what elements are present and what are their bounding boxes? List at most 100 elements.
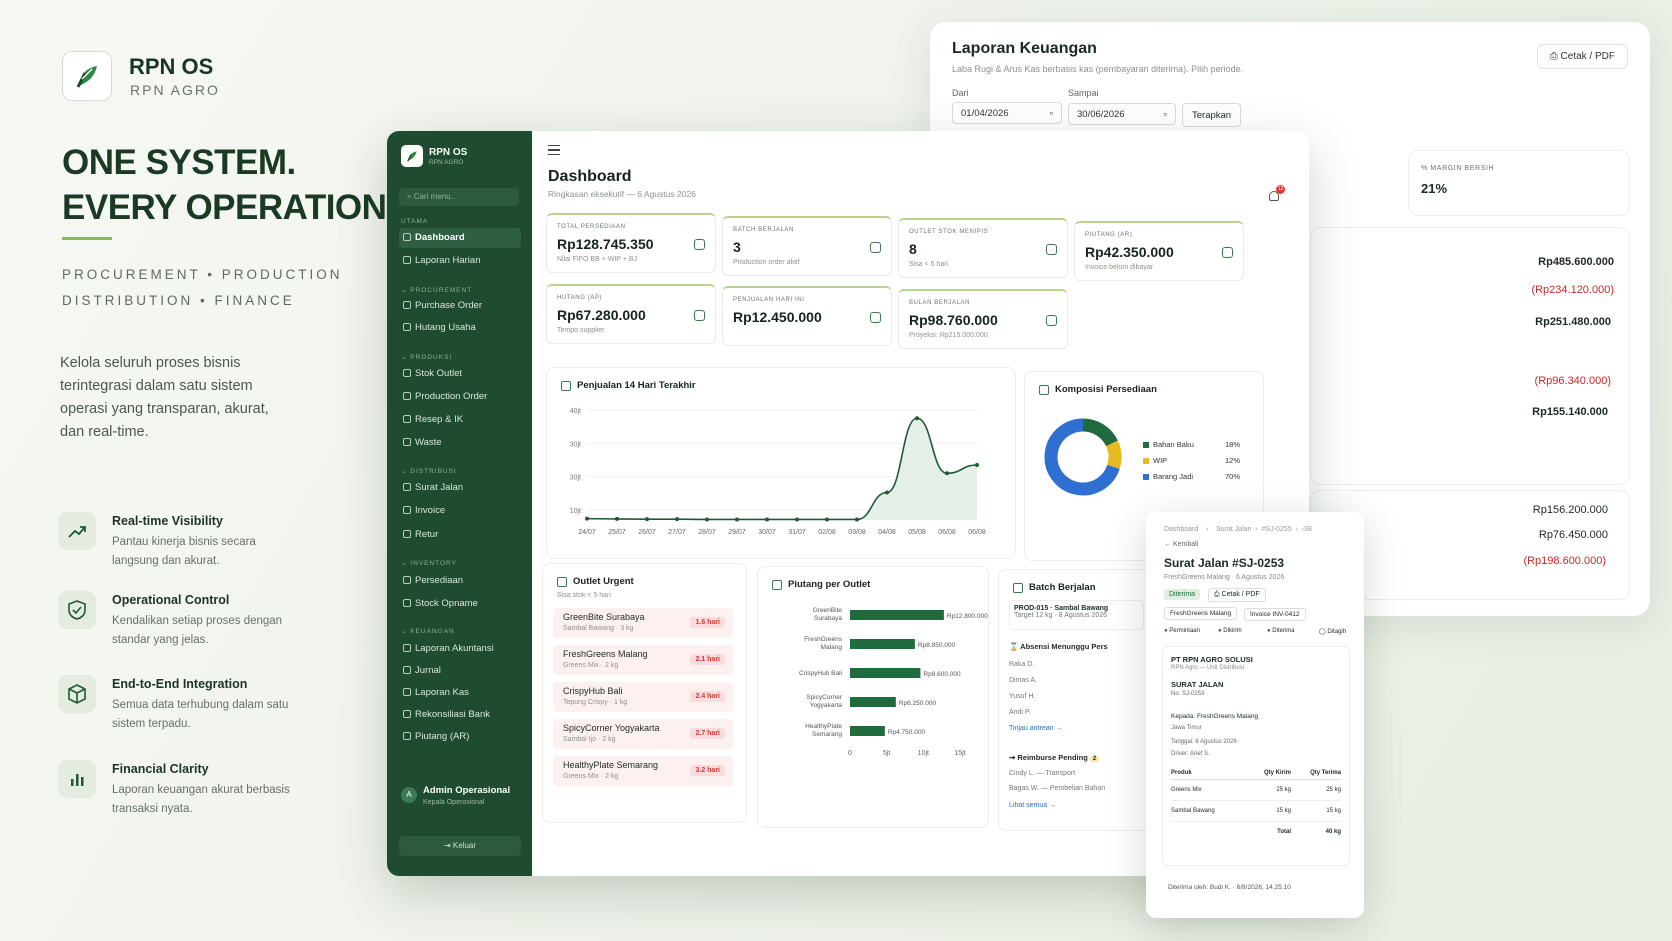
th: Qty Terima [1310, 770, 1341, 776]
logout-label: Keluar [452, 841, 477, 850]
sidebar-item-label: Laporan Akuntansi [415, 643, 494, 654]
y-tick-label: 40jt [570, 408, 581, 415]
apply-button[interactable]: Terapkan [1182, 103, 1242, 127]
to-date-input[interactable]: 30/06/2026 ▫ [1068, 103, 1176, 125]
section-label: PROCUREMENT [410, 287, 473, 294]
shield-check-icon [58, 591, 96, 629]
sidebar-item-surat-jalan[interactable]: Surat Jalan [399, 478, 521, 498]
sidebar-item-retur[interactable]: Retur [399, 525, 521, 545]
breadcrumb: Dashboard › Surat Jalan › #SJ-0255 › ‹38 [1164, 526, 1312, 533]
notification-badge: 12 [1276, 185, 1285, 194]
kpi-piutang[interactable]: PIUTANG (AR) Rp42.350.000 Invoice belum di… [1074, 221, 1244, 281]
received-by: Diterima oleh: Budi K. · 6/8/2026, 14.25… [1168, 884, 1291, 891]
document-icon [403, 256, 411, 264]
menu-icon[interactable] [548, 145, 560, 155]
sidebar-item-laporan-akuntansi[interactable]: Laporan Akuntansi [399, 639, 521, 659]
sidebar-item-jurnal[interactable]: Jurnal [399, 661, 521, 681]
x-tick-label: 24/07 [578, 529, 596, 536]
kpi-penjualan-hari-ini[interactable]: PENJUALAN HARI INI Rp12.450.000 [722, 286, 892, 346]
value-row: Rp251.480.000 [1535, 316, 1611, 328]
x-tick-label: 29/07 [728, 529, 746, 536]
legend-label: Bahan Baku [1153, 440, 1194, 449]
sidebar-item-production-order[interactable]: Production Order [399, 387, 521, 407]
total-value: 40 kg [1325, 829, 1341, 835]
sidebar-item-waste[interactable]: Waste [399, 433, 521, 453]
kpi-total-persediaan[interactable]: TOTAL PERSEDIAAN Rp128.745.350 Nilai FIFO … [546, 213, 716, 273]
sidebar-item-resep[interactable]: Resep & IK [399, 410, 521, 430]
sidebar-item-label: Invoice [415, 505, 446, 516]
section-utama: UTAMA [401, 218, 429, 225]
sidebar-item-hutang-usaha[interactable]: Hutang Usaha [399, 318, 521, 338]
hero-line-2: EVERY OPERATION. [62, 188, 396, 227]
sidebar-item-piutang[interactable]: Piutang (AR) [399, 727, 521, 747]
urgent-item[interactable]: FreshGreens Malang Greens Mix · 2 kg 2.1 h… [553, 645, 733, 675]
kpi-batch-berjalan[interactable]: BATCH BERJALAN 3 Production order aktif [722, 216, 892, 276]
td: 15 kg [1276, 808, 1291, 814]
sidebar-item-laporan-harian[interactable]: Laporan Harian [399, 251, 521, 271]
brand-subtitle: RPN AGRO [130, 82, 220, 98]
sidebar-item-invoice[interactable]: Invoice [399, 501, 521, 521]
kpi-outlet-stok-menipis[interactable]: OUTLET STOK MENIPIS 8 Sisa < 5 hari [898, 218, 1068, 278]
user-role: Kepala Operasional [423, 799, 485, 806]
back-link[interactable]: ← Kembali [1164, 541, 1198, 548]
logout-button[interactable]: ⇥ Keluar [399, 836, 521, 856]
sidebar-search-input[interactable]: ⌕ Cari menu... [399, 188, 519, 206]
print-pdf-button[interactable]: ⎙ Cetak / PDF [1536, 44, 1628, 69]
from-date-input[interactable]: 01/04/2026 ▫ [952, 102, 1062, 124]
margin-card: % MARGIN BERSIH 21% [1408, 150, 1630, 216]
see-all-link[interactable]: Lihat semua → [1009, 802, 1056, 809]
outlet-name: GreenBite Surabaya [563, 612, 645, 622]
box-icon [1013, 583, 1023, 593]
sidebar-item-dashboard[interactable]: Dashboard [399, 228, 521, 248]
receipt-icon [403, 506, 411, 514]
sidebar-item-laporan-kas[interactable]: Laporan Kas [399, 683, 521, 703]
outlet-chip[interactable]: FreshGreens Malang [1164, 607, 1238, 620]
warehouse-icon [694, 239, 705, 250]
y-tick-label: 30jt [570, 441, 581, 448]
batch-title: Batch Berjalan [1029, 582, 1096, 593]
sales-chart-card: Penjualan 14 Hari Terakhir 40jt 30jt 30jt 1… [546, 367, 1016, 559]
pending-name: Raka D. [1009, 661, 1035, 668]
value-row: (Rp96.340.000) [1534, 375, 1611, 387]
bar [850, 697, 896, 707]
sidebar-item-label: Hutang Usaha [415, 322, 476, 333]
hero-divider [62, 237, 112, 240]
sidebar-item-label: Purchase Order [415, 300, 483, 311]
status-badge: Diterima [1164, 589, 1201, 600]
kpi-sub: Sisa < 5 hari [909, 261, 949, 268]
section-distribusi: ⌄ DISTRIBUSI [401, 468, 457, 475]
calendar-icon: ▫ [1163, 109, 1167, 120]
invoice-chip[interactable]: Invoice INV-0412 [1244, 608, 1306, 621]
cube-icon [58, 675, 96, 713]
x-tick-label: 27/07 [668, 529, 686, 536]
review-queue-link[interactable]: Tinjau antrean → [1009, 725, 1062, 732]
outlet-name: FreshGreens Malang [563, 649, 648, 659]
x-tick-label: 26/07 [638, 529, 656, 536]
sidebar-item-persediaan[interactable]: Persediaan [399, 571, 521, 591]
urgent-item[interactable]: CrispyHub Bali Tepung Crispy · 1 kg 2.4 ha… [553, 682, 733, 712]
sales-chart: 40jt 30jt 30jt 10jt 24/07 25/07 26/07 27/07 28/0… [570, 408, 986, 536]
value-row: Rp76.450.000 [1538, 529, 1608, 541]
urgent-item[interactable]: HealthyPlate Semarang Greens Mix · 2 kg 3.… [553, 756, 733, 786]
bar-value-label: Rp4.750.000 [888, 729, 926, 736]
store-icon [403, 369, 411, 377]
urgent-item[interactable]: GreenBite Surabaya Sambal Bawang · 3 kg 1.… [553, 608, 733, 638]
sidebar-item-label: Laporan Kas [415, 687, 469, 698]
outlet-meta: Greens Mix · 2 kg [563, 662, 619, 669]
urgent-item[interactable]: SpicyCorner Yogyakarta Sambal Ijo · 2 kg 2… [553, 719, 733, 749]
reimburse-title: ⇝ Reimburse Pending 2 [1009, 753, 1100, 762]
search-icon: ⌕ [407, 192, 414, 201]
sidebar-item-stock-opname[interactable]: Stock Opname [399, 594, 521, 614]
batch-item-meta: Target 12 kg · 8 Agustus 2026 [1014, 612, 1108, 619]
batch-item[interactable]: PROD-015 · Sambal Bawang Target 12 kg · 8… [1009, 600, 1144, 630]
print-button[interactable]: ⎙ Cetak / PDF [1208, 588, 1266, 602]
kpi-hutang[interactable]: HUTANG (AP) Rp67.280.000 Tempo supplier [546, 284, 716, 344]
sidebar-app-name: RPN OS [429, 147, 468, 158]
td: 25 kg [1276, 787, 1291, 793]
sidebar-item-rekonsiliasi-bank[interactable]: Rekonsiliasi Bank [399, 705, 521, 725]
sidebar-item-purchase-order[interactable]: Purchase Order [399, 296, 521, 316]
user-profile[interactable]: A Admin Operasional Kepala Operasional [399, 781, 521, 817]
kpi-bulan-berjalan[interactable]: BULAN BERJALAN Rp98.760.000 Proyeksi: Rp21… [898, 289, 1068, 349]
sidebar-item-stok-outlet[interactable]: Stok Outlet [399, 364, 521, 384]
logout-icon: ⇥ [443, 841, 453, 850]
